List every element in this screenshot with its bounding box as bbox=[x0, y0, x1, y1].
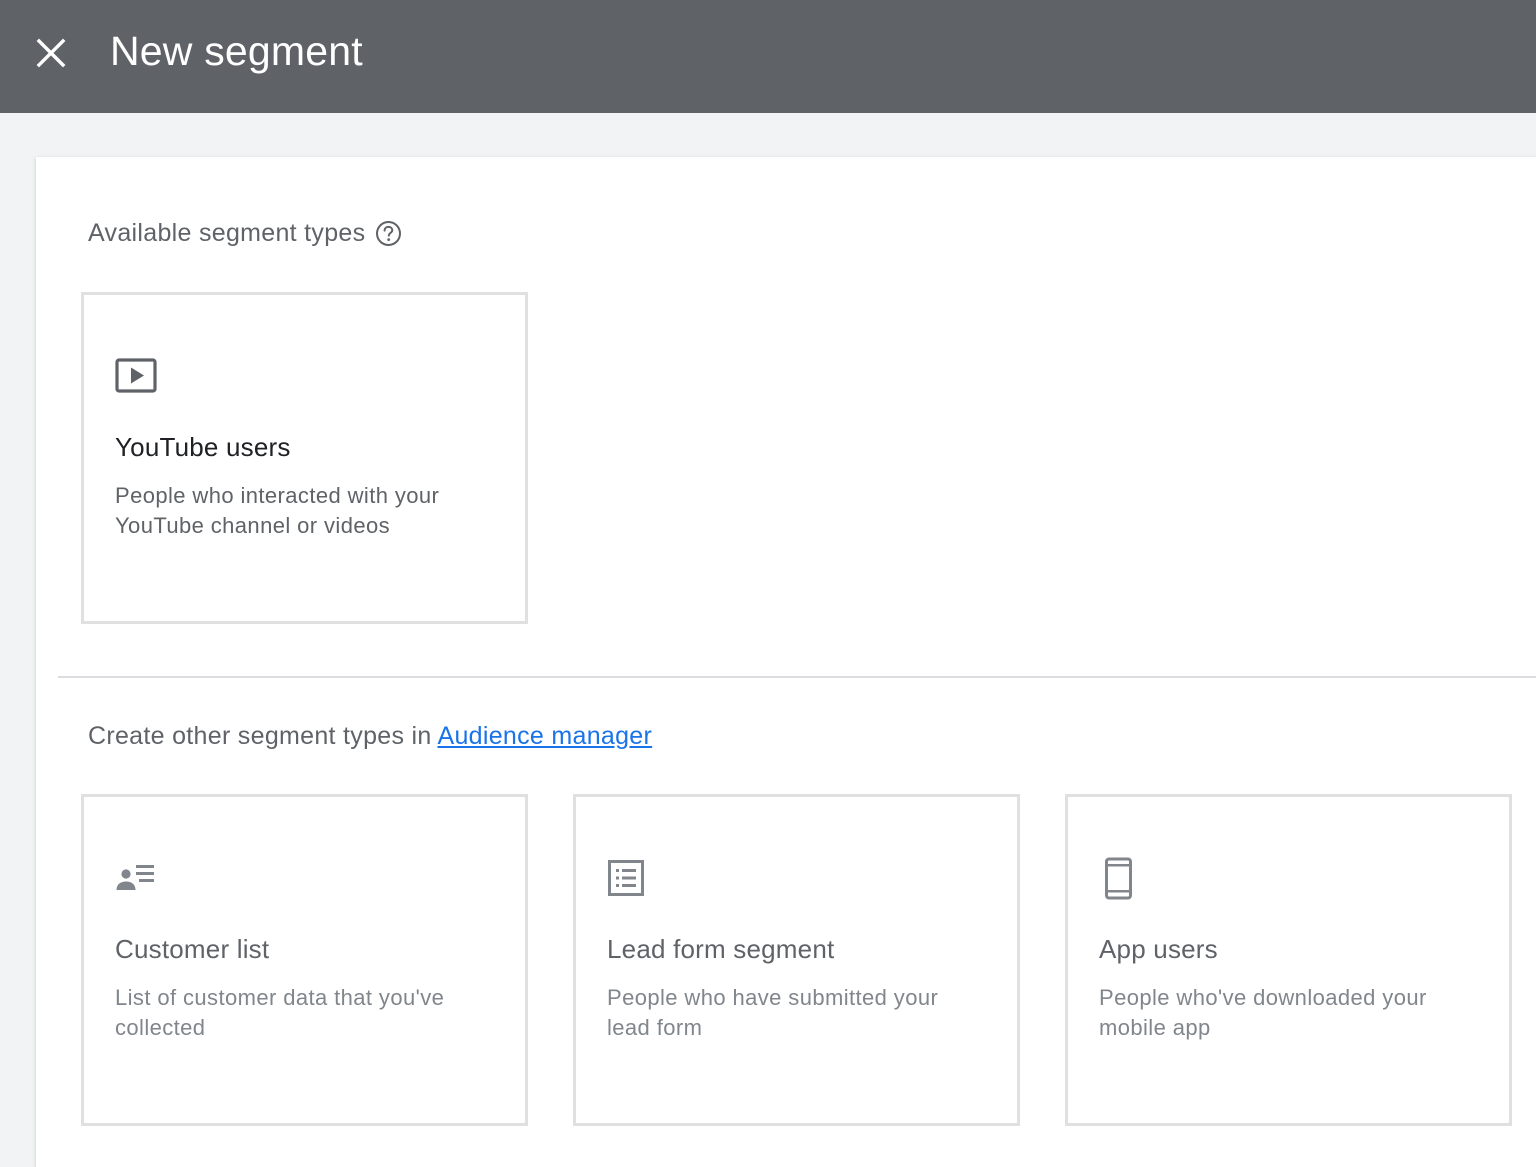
close-button[interactable] bbox=[30, 32, 72, 74]
card-title: YouTube users bbox=[115, 432, 291, 462]
card-title: Lead form segment bbox=[607, 934, 835, 964]
section-divider bbox=[58, 676, 1536, 678]
create-other-segment-types-heading: Create other segment types in Audience m… bbox=[88, 722, 652, 751]
card-title: App users bbox=[1099, 934, 1218, 964]
app-users-card[interactable]: App users People who've downloaded your … bbox=[1065, 794, 1512, 1126]
customer-list-icon bbox=[114, 857, 160, 903]
youtube-users-card[interactable]: YouTube users People who interacted with… bbox=[81, 292, 528, 624]
card-title: Customer list bbox=[115, 934, 270, 964]
help-circle-icon[interactable] bbox=[375, 220, 402, 247]
available-heading-label: Available segment types bbox=[88, 219, 366, 247]
lead-form-segment-card[interactable]: Lead form segment People who have submit… bbox=[573, 794, 1020, 1126]
card-description: People who've downloaded your mobile app bbox=[1099, 985, 1427, 1040]
available-segment-types-heading: Available segment types bbox=[88, 219, 402, 248]
card-description: People who interacted with your YouTube … bbox=[115, 483, 440, 538]
mobile-phone-icon bbox=[1098, 857, 1144, 903]
page-title: New segment bbox=[110, 28, 363, 74]
video-play-icon bbox=[114, 355, 160, 401]
close-icon bbox=[36, 38, 66, 68]
card-description: People who have submitted your lead form bbox=[607, 985, 939, 1040]
create-other-heading-label: Create other segment types in bbox=[88, 722, 438, 750]
customer-list-card[interactable]: Customer list List of customer data that… bbox=[81, 794, 528, 1126]
top-bar: New segment bbox=[0, 0, 1536, 113]
segment-type-panel: Available segment types YouTube users Pe… bbox=[36, 157, 1536, 1167]
form-list-icon bbox=[606, 857, 652, 903]
audience-manager-link[interactable]: Audience manager bbox=[437, 722, 652, 750]
card-description: List of customer data that you've collec… bbox=[115, 985, 445, 1040]
